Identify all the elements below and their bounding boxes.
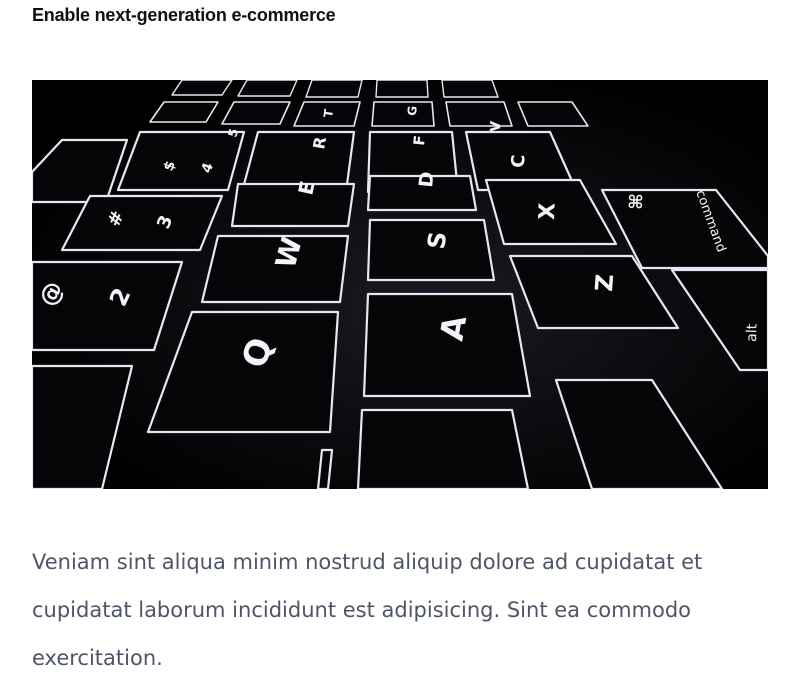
key-z: Z: [590, 273, 619, 292]
key-f: F: [410, 135, 429, 147]
key-v: V: [488, 121, 504, 133]
key-x: X: [535, 202, 561, 220]
keyboard-photo: Q W E R T A S D F G Z X C V @ 2 # 3 $ 4 …: [32, 80, 768, 489]
backlit-keyboard-image: Q W E R T A S D F G Z X C V @ 2 # 3 $ 4 …: [32, 80, 768, 489]
key-cmd: ⌘: [626, 193, 648, 210]
key-alt: alt: [744, 323, 761, 342]
key-c: C: [508, 154, 529, 168]
article-body: Veniam sint aliqua minim nostrud aliquip…: [32, 550, 703, 670]
article-heading: Enable next-generation e-commerce: [32, 5, 336, 25]
key-g: G: [405, 105, 420, 116]
key-d: D: [415, 171, 439, 189]
